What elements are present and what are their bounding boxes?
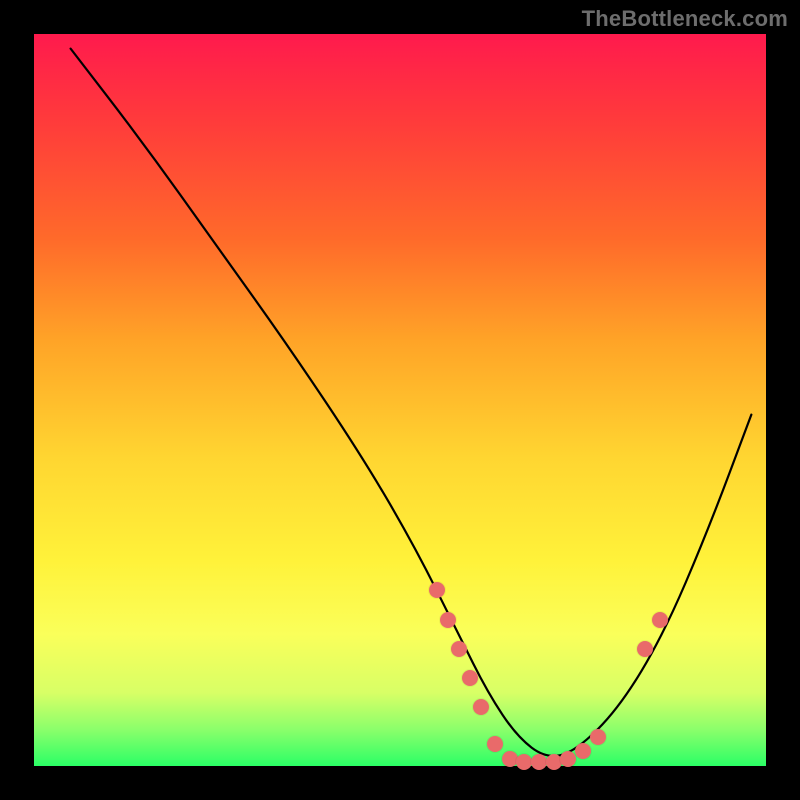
pt-right-2 xyxy=(652,612,668,628)
watermark-text: TheBottleneck.com xyxy=(582,6,788,32)
pt-left-5 xyxy=(473,699,489,715)
pt-bottom-4 xyxy=(531,754,547,770)
pt-left-2 xyxy=(440,612,456,628)
pt-left-4 xyxy=(462,670,478,686)
pt-right-1 xyxy=(637,641,653,657)
bottleneck-curve xyxy=(34,34,766,766)
chart-frame: TheBottleneck.com xyxy=(0,0,800,800)
pt-bottom-2 xyxy=(502,751,518,767)
pt-left-1 xyxy=(429,582,445,598)
plot-area xyxy=(34,34,766,766)
pt-bottom-5 xyxy=(546,754,562,770)
pt-bottom-3 xyxy=(516,754,532,770)
pt-left-3 xyxy=(451,641,467,657)
pt-bottom-6 xyxy=(560,751,576,767)
pt-bottom-8 xyxy=(590,729,606,745)
